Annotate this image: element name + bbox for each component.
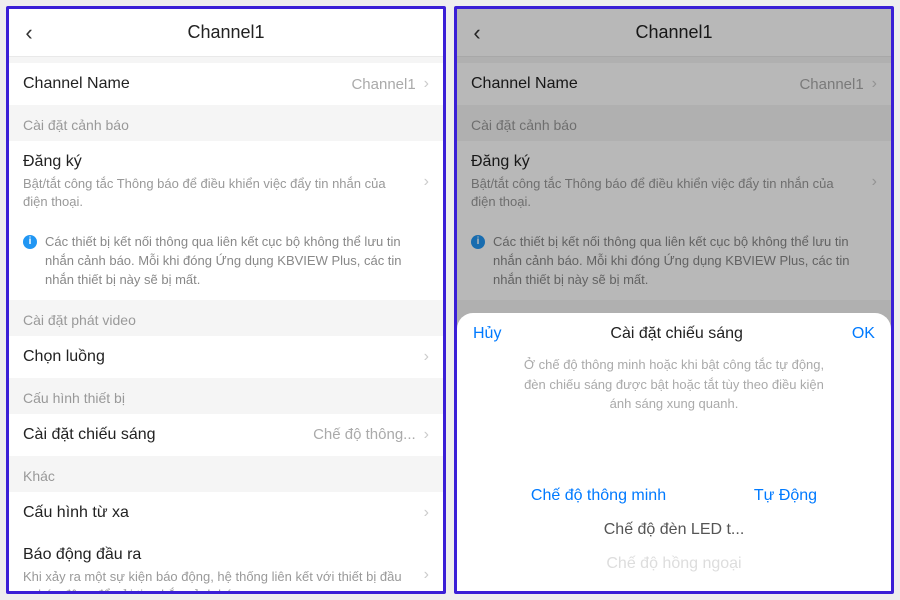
row-lighting[interactable]: Cài đặt chiếu sáng Chế độ thông... › xyxy=(9,414,443,456)
section-alert: Cài đặt cảnh báo xyxy=(9,105,443,141)
row-channel-name[interactable]: Channel Name Channel1 › xyxy=(9,63,443,105)
register-sublabel: Bật/tắt công tắc Thông báo để điều khiển… xyxy=(471,175,877,211)
chevron-right-icon: › xyxy=(424,173,429,191)
chevron-right-icon: › xyxy=(424,426,429,444)
action-sheet-lighting: Hủy Cài đặt chiếu sáng OK Ở chế độ thông… xyxy=(457,313,891,591)
alarm-label: Báo động đầu ra xyxy=(23,546,141,564)
info-text: Các thiết bị kết nối thông qua liên kết … xyxy=(493,233,877,290)
chevron-right-icon: › xyxy=(424,566,429,584)
remote-label: Cấu hình từ xa xyxy=(23,504,424,522)
register-label: Đăng ký xyxy=(471,153,530,171)
page-title: Channel1 xyxy=(9,22,443,43)
picker[interactable]: Chế độ thông minh Tự Động Chế độ đèn LED… xyxy=(457,426,891,592)
picker-row-near[interactable]: Chế độ đèn LED t... xyxy=(457,513,891,547)
picker-option-led[interactable]: Chế độ đèn LED t... xyxy=(604,521,745,539)
header: ‹ Channel1 xyxy=(457,9,891,57)
info-icon: i xyxy=(23,235,37,249)
screen-left: ‹ Channel1 Channel Name Channel1 › Cài đ… xyxy=(6,6,446,594)
row-register[interactable]: Đăng ký Bật/tắt công tắc Thông báo để đi… xyxy=(457,141,891,223)
register-sublabel: Bật/tắt công tắc Thông báo để điều khiển… xyxy=(23,175,429,211)
info-icon: i xyxy=(471,235,485,249)
row-stream[interactable]: Chọn luồng › xyxy=(9,336,443,378)
chevron-right-icon: › xyxy=(424,348,429,366)
register-label: Đăng ký xyxy=(23,153,82,171)
section-alert: Cài đặt cảnh báo xyxy=(457,105,891,141)
stream-label: Chọn luồng xyxy=(23,348,424,366)
lighting-label: Cài đặt chiếu sáng xyxy=(23,426,313,444)
chevron-right-icon: › xyxy=(424,75,429,93)
picker-row-selected[interactable]: Chế độ thông minh Tự Động xyxy=(457,479,891,513)
screen-right: ‹ Channel1 Channel Name Channel1 › Cài đ… xyxy=(454,6,894,594)
channel-name-label: Channel Name xyxy=(23,75,351,93)
picker-option-auto[interactable]: Tự Động xyxy=(754,487,817,505)
picker-option-smart[interactable]: Chế độ thông minh xyxy=(531,487,666,505)
chevron-right-icon: › xyxy=(424,504,429,522)
cancel-button[interactable]: Hủy xyxy=(473,325,501,343)
section-device: Cấu hình thiết bị xyxy=(9,378,443,414)
chevron-right-icon: › xyxy=(872,75,877,93)
sheet-header: Hủy Cài đặt chiếu sáng OK xyxy=(457,313,891,351)
chevron-right-icon: › xyxy=(872,173,877,191)
sheet-title: Cài đặt chiếu sáng xyxy=(610,325,743,343)
back-button[interactable]: ‹ xyxy=(457,20,497,46)
row-register[interactable]: Đăng ký Bật/tắt công tắc Thông báo để đi… xyxy=(9,141,443,223)
row-alarm-output[interactable]: Báo động đầu ra Khi xảy ra một sự kiện b… xyxy=(9,534,443,591)
content: Channel Name Channel1 › Cài đặt cảnh báo… xyxy=(9,57,443,591)
ok-button[interactable]: OK xyxy=(852,325,875,343)
channel-name-label: Channel Name xyxy=(471,75,799,93)
info-banner: i Các thiết bị kết nối thông qua liên kế… xyxy=(9,223,443,300)
info-text: Các thiết bị kết nối thông qua liên kết … xyxy=(45,233,429,290)
section-other: Khác xyxy=(9,456,443,492)
page-title: Channel1 xyxy=(457,22,891,43)
channel-name-value: Channel1 xyxy=(351,76,415,93)
alarm-sublabel: Khi xảy ra một sự kiện báo động, hệ thốn… xyxy=(23,568,429,591)
row-remote-config[interactable]: Cấu hình từ xa › xyxy=(9,492,443,534)
channel-name-value: Channel1 xyxy=(799,76,863,93)
sheet-description: Ở chế độ thông minh hoặc khi bật công tắ… xyxy=(457,351,891,426)
lighting-value: Chế độ thông... xyxy=(313,426,416,443)
picker-option-infrared[interactable]: Chế độ hồng ngoại xyxy=(606,555,741,573)
picker-row-far[interactable]: Chế độ hồng ngoại xyxy=(457,547,891,581)
back-button[interactable]: ‹ xyxy=(9,20,49,46)
info-banner: i Các thiết bị kết nối thông qua liên kế… xyxy=(457,223,891,300)
header: ‹ Channel1 xyxy=(9,9,443,57)
row-channel-name[interactable]: Channel Name Channel1 › xyxy=(457,63,891,105)
section-video: Cài đặt phát video xyxy=(9,300,443,336)
